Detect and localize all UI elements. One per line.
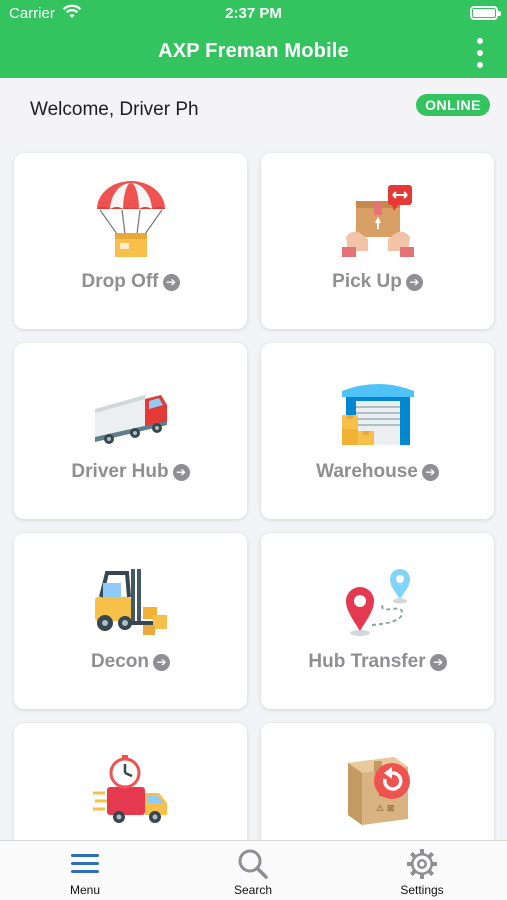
arrow-circle-right-icon: ➔ <box>405 274 423 291</box>
tab-label: Settings <box>400 883 444 897</box>
warehouse-icon <box>341 384 414 445</box>
menu-card-warehouse[interactable]: Warehouse ➔ <box>261 343 494 519</box>
status-time: 2:37 PM <box>225 5 282 22</box>
hamburger-menu-icon <box>71 854 99 873</box>
arrow-circle-right-icon: ➔ <box>421 464 439 481</box>
menu-card-return-package[interactable]: ♣ ⚲ ⚠ ⊠ <box>261 723 494 840</box>
hands-package-icon <box>341 185 414 257</box>
tab-label: Menu <box>69 883 101 897</box>
gear-icon <box>407 849 437 879</box>
status-badge: ONLINE <box>416 94 490 116</box>
menu-card-drop-off[interactable]: Drop Off ➔ <box>14 153 247 329</box>
menu-card-label: Warehouse ➔ <box>261 461 494 483</box>
menu-card-label: Decon ➔ <box>14 651 247 673</box>
welcome-bar: Welcome, Driver Ph ONLINE <box>0 78 507 140</box>
search-icon <box>238 849 268 879</box>
bottom-tab-bar: Menu Search Settings <box>0 840 507 900</box>
menu-card-driver-hub[interactable]: Driver Hub ➔ <box>14 343 247 519</box>
fast-delivery-truck-icon <box>92 755 167 823</box>
menu-card-hub-transfer[interactable]: Hub Transfer ➔ <box>261 533 494 709</box>
battery-icon <box>470 6 501 20</box>
return-package-icon: ♣ ⚲ ⚠ ⊠ <box>347 757 410 825</box>
menu-card-label: Drop Off ➔ <box>14 271 247 293</box>
arrow-circle-right-icon: ➔ <box>429 654 447 671</box>
forklift-icon <box>94 569 167 635</box>
app-title: AXP Freman Mobile <box>158 40 349 62</box>
arrow-circle-right-icon: ➔ <box>153 654 171 671</box>
app-header: Carrier 2:37 PM AXP Freman Mobile <box>0 0 507 78</box>
more-options-icon[interactable] <box>475 38 485 68</box>
tab-menu[interactable]: Menu <box>40 847 130 897</box>
tab-search[interactable]: Search <box>208 847 298 897</box>
menu-grid: Drop Off ➔ Pick Up ➔ Driver Hub ➔ Wareho… <box>0 140 507 840</box>
menu-card-decon[interactable]: Decon ➔ <box>14 533 247 709</box>
svg-text:⚠ ⊠: ⚠ ⊠ <box>376 804 394 814</box>
status-bar: Carrier 2:37 PM <box>0 0 507 28</box>
tab-label: Search <box>233 883 273 897</box>
arrow-circle-right-icon: ➔ <box>162 274 180 291</box>
welcome-text: Welcome, Driver Ph <box>30 99 199 120</box>
tab-settings[interactable]: Settings <box>377 847 467 897</box>
route-pins-icon <box>345 569 410 636</box>
parachute-box-icon <box>96 181 165 257</box>
menu-card-label: Pick Up ➔ <box>261 271 494 293</box>
menu-card-label: Hub Transfer ➔ <box>261 651 494 673</box>
menu-card-pick-up[interactable]: Pick Up ➔ <box>261 153 494 329</box>
arrow-circle-right-icon: ➔ <box>172 464 190 481</box>
menu-card-label: Driver Hub ➔ <box>14 461 247 483</box>
menu-card-fast-delivery[interactable] <box>14 723 247 840</box>
truck-icon <box>94 395 167 444</box>
